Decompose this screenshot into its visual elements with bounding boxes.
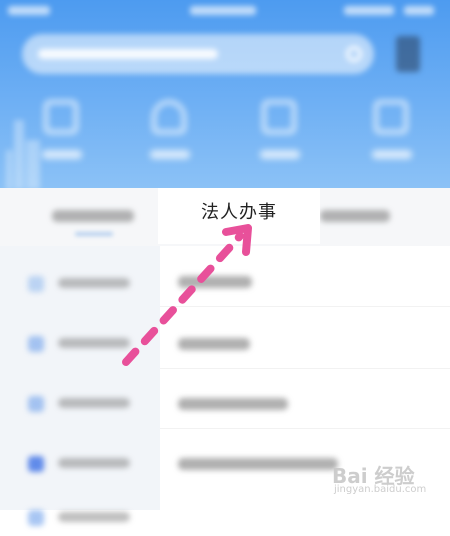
quick-entry-icon: [262, 100, 296, 134]
list-item[interactable]: [178, 398, 288, 410]
sidebar-item[interactable]: [0, 382, 160, 422]
list-item[interactable]: [178, 276, 252, 288]
watermark-url: jingyan.baidu.com: [334, 484, 427, 495]
search-placeholder: [38, 49, 218, 59]
quick-entry-4[interactable]: [362, 100, 422, 170]
list-item[interactable]: [178, 338, 250, 350]
quick-entry-icon: [152, 100, 186, 134]
tab-legal-affairs[interactable]: 法人办事: [158, 188, 320, 244]
quick-entry-icon: [44, 100, 78, 134]
quick-entry-label: [42, 150, 82, 159]
quick-entry-label: [372, 150, 412, 159]
sidebar-item[interactable]: [0, 262, 160, 302]
tab-department[interactable]: [320, 210, 390, 222]
app-header: [0, 0, 450, 190]
tab-personal[interactable]: [52, 210, 134, 222]
divider: [160, 428, 450, 429]
search-input[interactable]: [22, 34, 374, 74]
sidebar-item[interactable]: [0, 442, 160, 482]
tab-legal-affairs-label: 法人办事: [201, 202, 277, 223]
tab-underline: [75, 232, 113, 236]
sidebar-item[interactable]: [0, 496, 160, 536]
quick-entry-1[interactable]: [32, 100, 92, 170]
quick-entry-2[interactable]: [140, 100, 200, 170]
category-sidebar: [0, 246, 160, 526]
scan-icon[interactable]: [396, 36, 420, 72]
list-item[interactable]: [178, 458, 338, 470]
status-bar: [0, 0, 450, 26]
baidu-jingyan-watermark: Bai 经验 jingyan.baidu.com: [332, 460, 442, 500]
quick-entry-3[interactable]: [250, 100, 310, 170]
quick-entry-label: [150, 150, 190, 159]
divider: [160, 306, 450, 307]
sidebar-item[interactable]: [0, 322, 160, 362]
divider: [160, 368, 450, 369]
search-icon: [346, 46, 362, 62]
quick-entry-label: [260, 150, 300, 159]
quick-entry-icon: [374, 100, 408, 134]
